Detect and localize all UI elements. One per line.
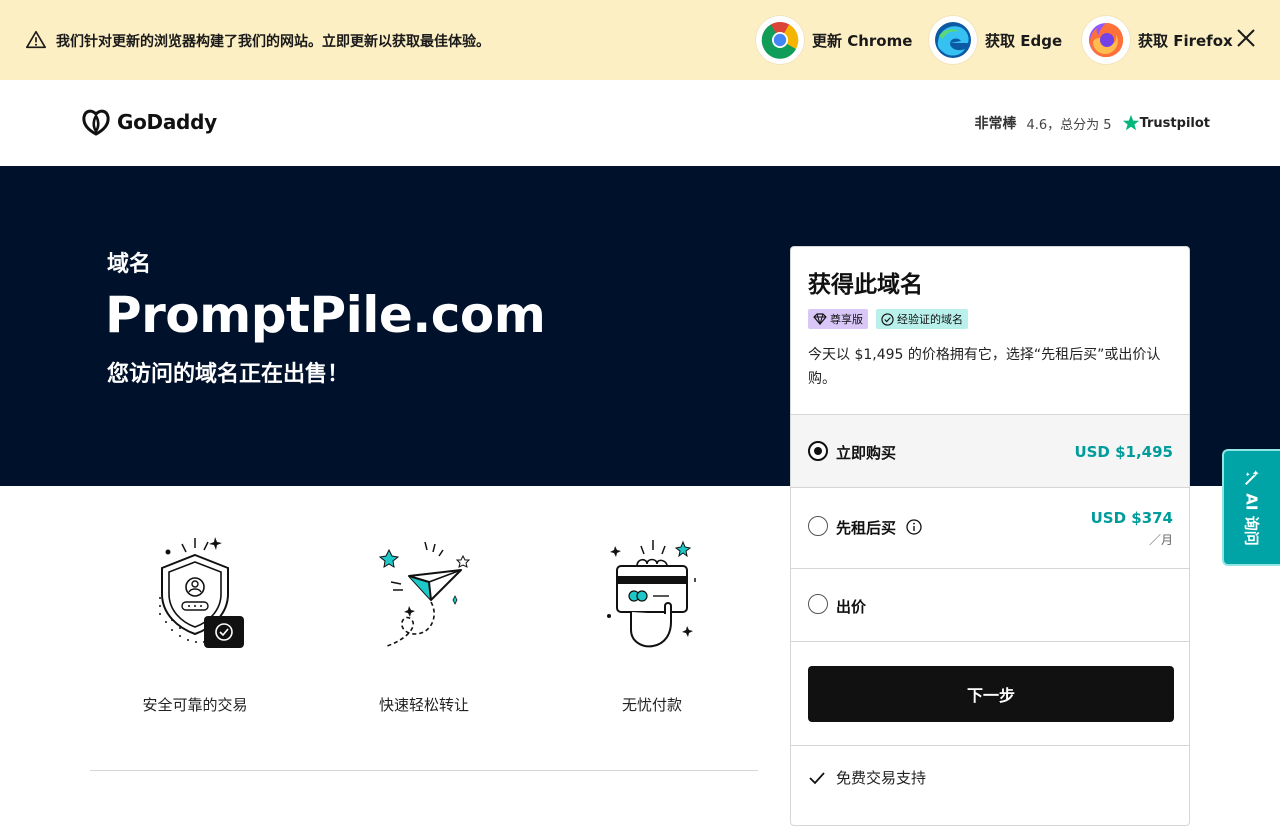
godaddy-logo-icon	[82, 109, 110, 136]
edge-icon	[929, 16, 977, 64]
feature-secure-transaction: 安全可靠的交易	[100, 530, 290, 714]
support-label: 免费交易支持	[836, 769, 927, 787]
card-description: 今天以 $1,495 的价格拥有它，选择“先租后买”或出价认购。	[808, 347, 1161, 387]
diamond-icon	[813, 313, 827, 325]
premium-badge-label: 尊享版	[830, 313, 863, 326]
browser-label: 获取 Edge	[985, 31, 1063, 50]
brand-name: GoDaddy	[117, 110, 217, 134]
option-label: 立即购买	[836, 444, 897, 462]
chrome-icon	[756, 16, 804, 64]
firefox-icon	[1082, 16, 1130, 64]
magic-wand-icon	[1245, 470, 1260, 485]
card-separator	[791, 745, 1189, 746]
buy-now-price: USD $1,495	[1074, 443, 1173, 461]
trustpilot-label: Trustpilot	[1139, 115, 1210, 131]
options-bottom-border	[791, 641, 1189, 642]
feature-fast-transfer: 快速轻松转让	[329, 530, 519, 714]
option-make-offer[interactable]: 出价	[791, 568, 1189, 641]
get-firefox-link[interactable]: 获取 Firefox	[1082, 16, 1233, 64]
warning-icon	[26, 30, 46, 49]
feature-label: 无忧付款	[621, 696, 682, 714]
godaddy-logo[interactable]: GoDaddy	[81, 108, 217, 136]
payment-card-icon	[607, 540, 696, 648]
paper-plane-icon	[378, 541, 471, 647]
rating-word: 非常棒	[974, 116, 1017, 132]
section-divider	[90, 770, 758, 771]
option-buy-now[interactable]: 立即购买 USD $1,495	[791, 414, 1189, 487]
purchase-card: 获得此域名 尊享版 经验证的域名 今天以 $1,495 的价格拥有它，选择“先租…	[790, 246, 1190, 826]
ai-ask-tab[interactable]: AI 询问	[1222, 449, 1280, 566]
browser-update-banner: 我们针对更新的浏览器构建了我们的网站。立即更新以获取最佳体验。 更新 Chrom…	[0, 0, 1280, 80]
checkmark-icon	[809, 771, 825, 784]
feature-label: 安全可靠的交易	[142, 696, 248, 714]
trustpilot-logo: Trustpilot	[1122, 114, 1210, 132]
update-chrome-link[interactable]: 更新 Chrome	[756, 16, 912, 64]
close-icon[interactable]	[1235, 27, 1257, 49]
hero-kicker: 域名	[107, 252, 152, 277]
browser-label: 更新 Chrome	[812, 31, 913, 50]
ai-tab-label: AI 询问	[1242, 493, 1261, 546]
lease-per-month: ／月	[1148, 533, 1173, 547]
feature-easy-payment: 无忧付款	[557, 530, 747, 714]
verified-badge-label: 经验证的域名	[897, 313, 963, 326]
get-edge-link[interactable]: 获取 Edge	[929, 16, 1062, 64]
offer-radio[interactable]	[808, 594, 828, 614]
feature-label: 快速轻松转让	[378, 696, 469, 714]
option-label: 先租后买	[836, 519, 897, 537]
rating-text: 4.6，总分为 5	[1026, 117, 1112, 133]
verified-badge: 经验证的域名	[876, 309, 968, 329]
shield-icon	[159, 537, 244, 648]
hero-subtitle: 您访问的域名正在出售！	[107, 362, 350, 387]
option-label: 出价	[836, 598, 867, 616]
buy-now-radio[interactable]	[808, 441, 828, 461]
check-circle-icon	[881, 312, 894, 326]
trustpilot-rating[interactable]: 非常棒 4.6，总分为 5 Trustpilot	[974, 113, 1210, 133]
star-icon	[1122, 114, 1139, 131]
lease-radio[interactable]	[808, 516, 828, 536]
domain-name: PromptPile.com	[105, 286, 546, 344]
site-header: GoDaddy 非常棒 4.6，总分为 5 Trustpilot	[0, 80, 1280, 166]
support-item: 免费交易支持	[808, 767, 926, 788]
next-button[interactable]: 下一步	[808, 666, 1174, 722]
card-title: 获得此域名	[808, 272, 923, 298]
banner-message: 我们针对更新的浏览器构建了我们的网站。立即更新以获取最佳体验。	[56, 34, 490, 50]
option-lease-to-own[interactable]: 先租后买 USD $374 ／月	[791, 487, 1189, 568]
badge-row: 尊享版 经验证的域名	[808, 309, 976, 329]
ai-tab-content: AI 询问	[1242, 469, 1263, 546]
premium-badge: 尊享版	[808, 309, 868, 329]
browser-label: 获取 Firefox	[1138, 31, 1233, 50]
lease-price: USD $374	[1090, 509, 1173, 527]
info-icon[interactable]	[906, 519, 922, 535]
